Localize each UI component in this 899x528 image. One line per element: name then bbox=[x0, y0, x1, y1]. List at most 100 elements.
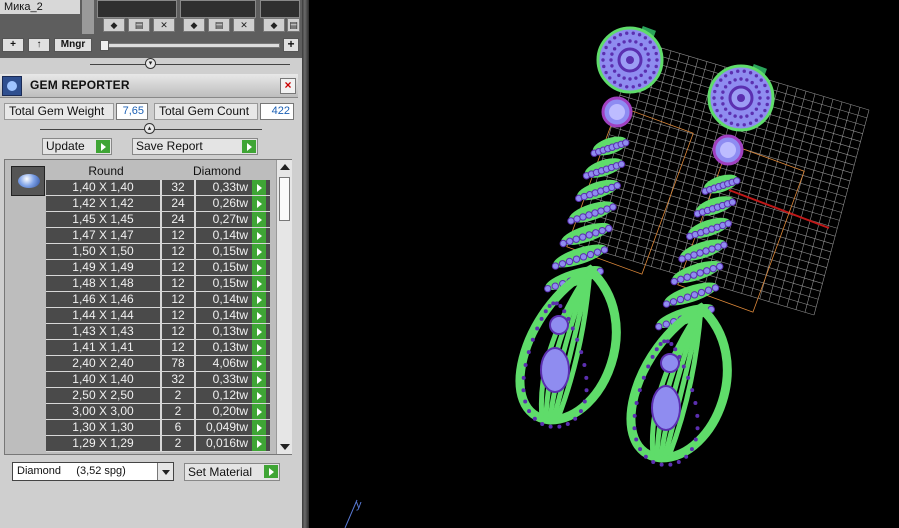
gem-row[interactable]: 1,44 X 1,44 12 0,14tw bbox=[46, 308, 270, 324]
scrollbar-thumb[interactable] bbox=[279, 177, 290, 221]
select-row-icon[interactable] bbox=[252, 244, 266, 259]
layer-name[interactable]: Мика_2 bbox=[0, 0, 80, 14]
empty-thumbnail-2[interactable] bbox=[260, 0, 300, 18]
gem-dot bbox=[634, 40, 638, 44]
select-row-icon[interactable] bbox=[252, 228, 266, 243]
bezel-stone-center bbox=[609, 104, 625, 120]
gem-dot bbox=[748, 71, 753, 75]
gem-row[interactable]: 1,40 X 1,40 32 0,33tw bbox=[46, 180, 270, 196]
gem-row[interactable]: 3,00 X 3,00 2 0,20tw bbox=[46, 404, 270, 420]
update-button[interactable]: Update bbox=[42, 138, 112, 155]
select-row-icon[interactable] bbox=[252, 324, 266, 339]
frame-gem-dot bbox=[532, 416, 537, 421]
gem-row[interactable]: 1,49 X 1,49 12 0,15tw bbox=[46, 260, 270, 276]
select-row-icon[interactable] bbox=[252, 260, 266, 275]
gem-count: 12 bbox=[171, 292, 185, 306]
empty-thumbnail[interactable] bbox=[180, 0, 256, 18]
gem-dot bbox=[639, 73, 643, 78]
spiral-gem bbox=[683, 273, 691, 281]
spiral-gem bbox=[696, 249, 704, 257]
spiral-gem bbox=[572, 255, 581, 263]
gem-row[interactable]: 2,50 X 2,50 2 0,12tw bbox=[46, 388, 270, 404]
collapse-toggle-2-icon[interactable]: ▴ bbox=[144, 123, 155, 134]
column-header-shape: Round bbox=[88, 164, 124, 178]
set-material-button[interactable]: Set Material bbox=[184, 463, 280, 481]
zoom-slider-thumb[interactable] bbox=[100, 40, 109, 51]
scroll-down-icon[interactable] bbox=[280, 444, 290, 450]
delete-material-icon[interactable]: ✕ bbox=[153, 18, 175, 32]
select-row-icon[interactable] bbox=[252, 276, 266, 291]
scroll-up-icon[interactable] bbox=[280, 164, 290, 170]
add-layer-button[interactable]: + bbox=[2, 38, 24, 52]
save-material-3-icon[interactable]: ▤ bbox=[287, 18, 300, 32]
select-row-icon[interactable] bbox=[252, 212, 266, 227]
gem-dot bbox=[759, 78, 763, 82]
save-material-icon[interactable]: ▤ bbox=[128, 18, 150, 32]
gem-size: 1,40 X 1,40 bbox=[72, 372, 134, 386]
gem-row[interactable]: 1,47 X 1,47 12 0,14tw bbox=[46, 228, 270, 244]
spiral-gem bbox=[609, 203, 617, 211]
collapse-toggle-icon[interactable]: ▾ bbox=[145, 58, 156, 69]
frame-gem-dot bbox=[677, 354, 682, 359]
viewport-canvas[interactable] bbox=[309, 0, 899, 528]
zoom-plus-button[interactable]: + bbox=[283, 38, 299, 52]
gem-row[interactable]: 1,40 X 1,40 32 0,33tw bbox=[46, 372, 270, 388]
select-row-icon[interactable] bbox=[252, 340, 266, 355]
move-up-button[interactable]: ↑ bbox=[28, 38, 50, 52]
select-row-icon[interactable] bbox=[252, 372, 266, 387]
manager-button[interactable]: Mngr bbox=[54, 38, 92, 52]
gem-weight: 0,12tw bbox=[212, 388, 248, 402]
add-material-icon[interactable]: ◆ bbox=[103, 18, 125, 32]
material-dropdown[interactable]: Diamond (3,52 spg) bbox=[12, 462, 174, 481]
gem-row[interactable]: 1,43 X 1,43 12 0,13tw bbox=[46, 324, 270, 340]
save-report-button[interactable]: Save Report bbox=[132, 138, 258, 155]
gem-row[interactable]: 1,29 X 1,29 2 0,016tw bbox=[46, 436, 270, 452]
layer-list-scrollbar[interactable] bbox=[82, 0, 94, 34]
center-stone-core bbox=[626, 56, 634, 64]
gem-count: 12 bbox=[171, 340, 185, 354]
frame-gem-dot bbox=[530, 337, 535, 342]
select-row-icon[interactable] bbox=[252, 308, 266, 323]
material-thumbnail[interactable] bbox=[97, 0, 177, 18]
table-scrollbar[interactable] bbox=[276, 160, 292, 454]
zoom-slider[interactable] bbox=[100, 43, 280, 48]
spiral-gem bbox=[703, 267, 711, 275]
gem-row[interactable]: 2,40 X 2,40 78 4,06tw bbox=[46, 356, 270, 372]
frame-gem-dot bbox=[632, 426, 637, 431]
spiral-gem bbox=[600, 246, 609, 254]
gem-row[interactable]: 1,46 X 1,46 12 0,14tw bbox=[46, 292, 270, 308]
gem-row[interactable]: 1,45 X 1,45 24 0,27tw bbox=[46, 212, 270, 228]
spiral-gem bbox=[551, 282, 559, 290]
round-gem-icon[interactable] bbox=[11, 166, 45, 196]
gem-row[interactable]: 1,48 X 1,48 12 0,15tw bbox=[46, 276, 270, 292]
gem-row[interactable]: 1,50 X 1,50 12 0,15tw bbox=[46, 244, 270, 260]
select-row-icon[interactable] bbox=[252, 180, 266, 195]
save-material-2-icon[interactable]: ▤ bbox=[208, 18, 230, 32]
frame-gem-dot bbox=[526, 350, 531, 355]
gem-row[interactable]: 1,42 X 1,42 24 0,26tw bbox=[46, 196, 270, 212]
gem-row[interactable]: 1,41 X 1,41 12 0,13tw bbox=[46, 340, 270, 356]
gem-dot bbox=[750, 111, 754, 116]
select-row-icon[interactable] bbox=[252, 404, 266, 419]
select-row-icon[interactable] bbox=[252, 196, 266, 211]
select-row-icon[interactable] bbox=[252, 436, 266, 451]
gem-count: 2 bbox=[174, 404, 182, 418]
chevron-down-icon[interactable] bbox=[157, 463, 173, 480]
frame-gem-dot bbox=[543, 309, 548, 314]
gem-dot bbox=[647, 58, 651, 62]
frame-gem-dot bbox=[558, 304, 563, 309]
close-button[interactable]: × bbox=[280, 78, 296, 94]
select-row-icon[interactable] bbox=[252, 356, 266, 371]
delete-material-2-icon[interactable]: ✕ bbox=[233, 18, 255, 32]
gem-row[interactable]: 1,30 X 1,30 6 0,049tw bbox=[46, 420, 270, 436]
add-material-2-icon[interactable]: ◆ bbox=[183, 18, 205, 32]
gem-dot bbox=[639, 42, 643, 47]
select-row-icon[interactable] bbox=[252, 420, 266, 435]
3d-viewport[interactable]: y bbox=[309, 0, 899, 528]
select-row-icon[interactable] bbox=[252, 292, 266, 307]
add-material-3-icon[interactable]: ◆ bbox=[263, 18, 285, 32]
gem-weight: 0,15tw bbox=[212, 276, 248, 290]
frame-gem-dot bbox=[695, 413, 700, 418]
panel-splitter[interactable] bbox=[302, 0, 309, 528]
select-row-icon[interactable] bbox=[252, 388, 266, 403]
